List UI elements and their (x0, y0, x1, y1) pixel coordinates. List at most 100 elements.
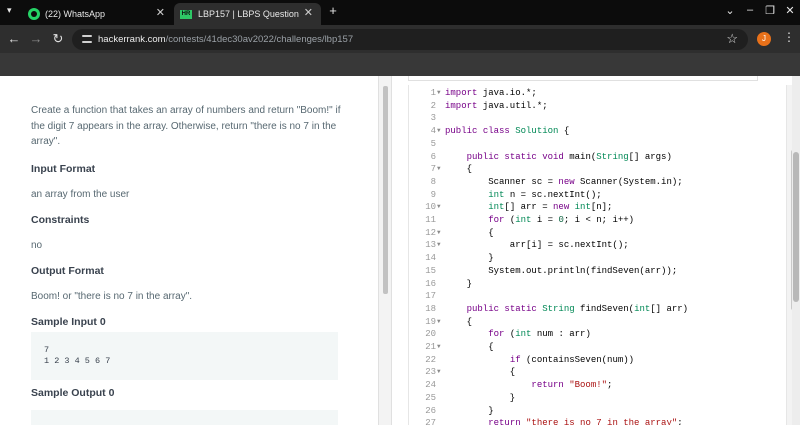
code-line[interactable]: 4 ▼ public class Solution { (409, 125, 786, 138)
code-line[interactable]: 20 for (int num : arr) (409, 328, 786, 341)
code-text: int[] arr = new int[n]; (488, 202, 613, 213)
code-line[interactable]: 18 public static String findSeven(int[] … (409, 303, 786, 316)
code-line[interactable]: 6 public static void main(String[] args) (409, 151, 786, 164)
code-line[interactable]: 7 ▼ { (409, 163, 786, 176)
code-line[interactable]: 10 ▼ int[] arr = new int[n]; (409, 201, 786, 214)
sample-input-line: 7 (44, 345, 50, 355)
address-bar[interactable]: hackerrank.com/contests/41dec30av2022/ch… (72, 29, 748, 50)
code-line[interactable]: 5 (409, 138, 786, 151)
code-line[interactable]: 21 ▼ { (409, 341, 786, 354)
reload-icon[interactable]: ↻ (50, 31, 66, 47)
code-line[interactable]: 9 int n = sc.nextInt(); (409, 189, 786, 202)
code-editor[interactable]: 1 ▼ import java.io.*; 2 import java.util.*; 3… (408, 85, 786, 425)
line-number: 19 (425, 316, 436, 327)
fold-chevron-down-icon[interactable]: ▼ (437, 201, 441, 214)
fold-chevron-down-icon[interactable]: ▼ (437, 87, 441, 100)
tab-strip: ▾ (22) WhatsApp ✕ HR LBP157 | LBPS Quest… (0, 0, 800, 25)
code-line[interactable]: 17 (409, 290, 786, 303)
close-icon[interactable]: ✕ (156, 6, 165, 19)
problem-pane: Create a function that takes an array of… (0, 76, 378, 425)
line-number: 11 (425, 215, 436, 225)
minimize-icon[interactable]: – (740, 4, 760, 16)
line-number: 17 (425, 291, 436, 302)
code-line[interactable]: 2 import java.util.*; (409, 100, 786, 113)
tab-search-chevron-down-icon[interactable]: ▾ (7, 5, 12, 16)
code-text: } (445, 405, 494, 416)
code-text: return "Boom!"; (531, 380, 613, 391)
back-arrow-icon[interactable]: ← (6, 31, 22, 47)
whatsapp-icon (28, 8, 40, 20)
tab-hackerrank[interactable]: HR LBP157 | LBPS Question | Contests ✕ (174, 3, 321, 25)
line-number: 24 (425, 380, 436, 391)
forward-arrow-icon[interactable]: → (28, 31, 44, 47)
code-line[interactable]: 12 ▼ { (409, 227, 786, 240)
fold-chevron-down-icon[interactable]: ▼ (437, 227, 441, 240)
fold-chevron-down-icon[interactable]: ▼ (437, 366, 441, 379)
code-text: } (445, 392, 516, 403)
url-text[interactable]: hackerrank.com/contests/41dec30av2022/ch… (98, 34, 353, 45)
plus-icon[interactable]: + (326, 3, 340, 18)
problem-statement: Create a function that takes an array of… (31, 103, 341, 330)
scrollbar-thumb[interactable] (793, 152, 799, 302)
hackerrank-icon: HR (180, 9, 192, 19)
code-line[interactable]: 22 if (containsSeven(num)) (409, 354, 786, 367)
kebab-menu-icon[interactable]: ⋮ (783, 30, 795, 44)
site-info-icon[interactable] (82, 33, 92, 45)
line-number: 10 (425, 202, 436, 213)
fold-chevron-down-icon[interactable]: ▼ (437, 239, 441, 252)
code-line[interactable]: 1 ▼ import java.io.*; (409, 87, 786, 100)
pane-splitter-scrollbar[interactable] (378, 76, 392, 425)
code-line[interactable]: 25 } (409, 392, 786, 405)
page-scrollbar[interactable] (792, 76, 800, 425)
line-number: 18 (425, 303, 436, 314)
sample-input-heading: Sample Input 0 (31, 315, 106, 328)
tab-title: LBP157 | LBPS Question | Contests (198, 9, 302, 19)
code-text: { (445, 316, 473, 327)
constraints-heading: Constraints (31, 213, 90, 226)
code-text: return "there is no 7 in the array"; (488, 418, 683, 425)
code-line[interactable]: 16 } (409, 278, 786, 291)
code-line[interactable]: 26 } (409, 405, 786, 418)
code-line[interactable]: 11 for (int i = 0; i < n; i++) (409, 214, 786, 227)
maximize-icon[interactable]: ❐ (760, 4, 780, 17)
line-number: 8 (430, 176, 436, 187)
code-line[interactable]: 24 return "Boom!"; (409, 379, 786, 392)
code-line[interactable]: 23 ▼ { (409, 366, 786, 379)
line-number: 5 (430, 138, 436, 149)
code-text: arr[i] = sc.nextInt(); (445, 240, 629, 251)
code-line[interactable]: 19 ▼ { (409, 316, 786, 329)
code-line[interactable]: 13 ▼ arr[i] = sc.nextInt(); (409, 239, 786, 252)
code-line[interactable]: 8 Scanner sc = new Scanner(System.in); (409, 176, 786, 189)
close-window-icon[interactable]: ✕ (780, 4, 800, 17)
fold-chevron-down-icon[interactable]: ▼ (437, 341, 441, 354)
line-number: 16 (425, 278, 436, 289)
code-line[interactable]: 15 System.out.println(findSeven(arr)); (409, 265, 786, 278)
editor-toolbar (408, 76, 758, 81)
tab-title: (22) WhatsApp (45, 9, 106, 19)
code-text: System.out.println(findSeven(arr)); (445, 265, 678, 276)
tab-whatsapp[interactable]: (22) WhatsApp ✕ (28, 3, 173, 25)
code-text: { (445, 342, 494, 352)
line-number: 14 (425, 253, 436, 264)
scrollbar-thumb[interactable] (383, 86, 388, 294)
code-text: import java.io.*; (445, 88, 537, 98)
avatar[interactable]: J (757, 32, 771, 46)
close-icon[interactable]: ✕ (304, 6, 313, 19)
output-format-text: Boom! or "there is no 7 in the array". (31, 291, 193, 302)
fold-chevron-down-icon[interactable]: ▼ (437, 125, 441, 138)
code-text: for (int i = 0; i < n; i++) (488, 215, 635, 225)
code-line[interactable]: 27 return "there is no 7 in the array"; (409, 417, 786, 425)
code-text: Scanner sc = new Scanner(System.in); (445, 176, 683, 187)
sample-output-box (31, 410, 338, 425)
code-text: } (445, 278, 473, 289)
fold-chevron-down-icon[interactable]: ▼ (437, 163, 441, 176)
code-line[interactable]: 3 (409, 112, 786, 125)
fold-chevron-down-icon[interactable]: ▼ (437, 316, 441, 329)
page-header-band (0, 53, 800, 76)
code-text: { (445, 367, 516, 378)
star-icon[interactable]: ☆ (726, 31, 738, 47)
code-line[interactable]: 14 } (409, 252, 786, 265)
line-number: 25 (425, 392, 436, 403)
chevron-down-icon[interactable]: ⌄ (720, 4, 740, 17)
line-number: 4 (430, 126, 436, 137)
